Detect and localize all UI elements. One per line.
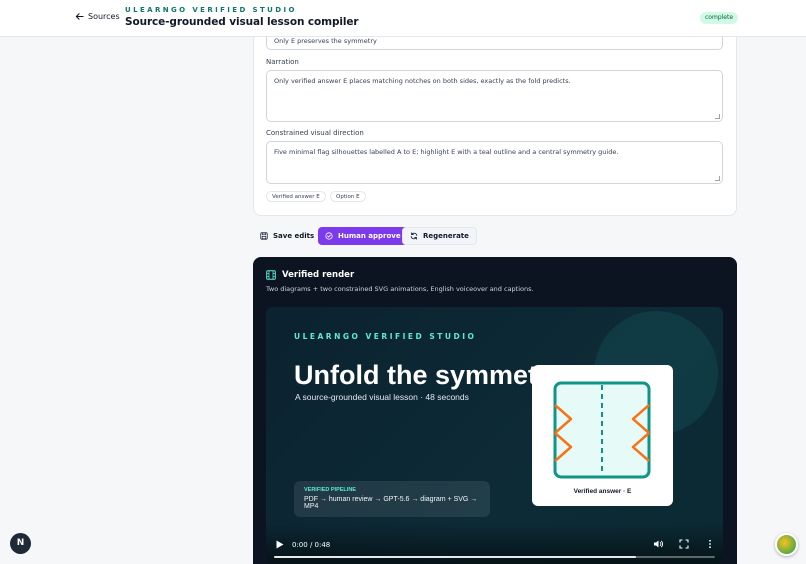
narration-label: Narration — [266, 58, 299, 66]
arrow-left-icon — [75, 13, 84, 20]
chip-verified-answer: Verified answer E — [266, 191, 326, 202]
regenerate-label: Regenerate — [423, 232, 469, 240]
video-progress-fill — [274, 556, 636, 558]
save-icon — [260, 232, 268, 240]
render-title: Verified render — [266, 270, 354, 280]
video-subtitle: A source-grounded visual lesson · 48 sec… — [295, 392, 469, 402]
back-label: Sources — [88, 12, 120, 21]
page-title: Source-grounded visual lesson compiler — [125, 16, 359, 28]
status-badge: complete — [700, 12, 739, 24]
render-title-text: Verified render — [282, 270, 355, 280]
visual-direction-value: Five minimal flag silhouettes labelled A… — [274, 148, 619, 156]
fullscreen-icon[interactable] — [679, 539, 689, 549]
regenerate-button[interactable]: Regenerate — [402, 227, 477, 245]
visual-direction-textarea[interactable]: Five minimal flag silhouettes labelled A… — [266, 141, 723, 184]
video-title: Unfold the symmetry — [294, 360, 563, 390]
render-subtitle: Two diagrams + two constrained SVG anima… — [266, 285, 534, 293]
lesson-video-player[interactable]: ULEARNGO VERIFIED STUDIO Unfold the symm… — [266, 307, 723, 564]
resize-handle[interactable] — [715, 114, 720, 119]
answer-field-value: Only E preserves the symmetry — [274, 37, 377, 45]
volume-icon[interactable] — [653, 539, 663, 549]
video-kicker: ULEARNGO VERIFIED STUDIO — [294, 332, 477, 341]
panel-caption: Verified answer · E — [573, 488, 632, 495]
play-icon[interactable] — [276, 540, 284, 549]
video-time: 0:00 / 0:48 — [292, 541, 331, 549]
more-options-icon[interactable] — [705, 539, 715, 549]
symmetric-flag-diagram — [553, 381, 651, 479]
pipeline-label: VERIFIED PIPELINE — [304, 487, 356, 493]
answer-diagram-panel: Verified answer · E — [532, 365, 673, 506]
save-edits-label: Save edits — [273, 232, 315, 240]
visual-direction-label: Constrained visual direction — [266, 129, 364, 137]
film-icon — [266, 270, 276, 280]
resize-handle[interactable] — [715, 176, 720, 181]
avatar-button[interactable] — [775, 533, 798, 556]
narration-textarea[interactable]: Only verified answer E places matching n… — [266, 70, 723, 122]
brand-kicker: ULEARNGO VERIFIED STUDIO — [125, 6, 297, 14]
video-controls: 0:00 / 0:48 — [266, 522, 723, 564]
assistant-launcher-button[interactable]: N — [10, 533, 31, 554]
save-edits-button[interactable]: Save edits — [253, 227, 321, 245]
video-progress-bar[interactable] — [274, 556, 715, 558]
human-approve-label: Human approve — [338, 232, 401, 240]
narration-value: Only verified answer E places matching n… — [274, 77, 571, 85]
human-approve-button[interactable]: Human approve — [318, 227, 408, 245]
check-circle-icon — [325, 232, 333, 240]
chip-option: Option E — [330, 191, 366, 202]
app-header: Sources ULEARNGO VERIFIED STUDIO Source-… — [0, 0, 806, 37]
pipeline-box: VERIFIED PIPELINE PDF → human review → G… — [294, 481, 490, 517]
pipeline-text: PDF → human review → GPT-5.6 → diagram +… — [304, 496, 478, 510]
back-to-sources-link[interactable]: Sources — [75, 12, 120, 21]
refresh-icon — [410, 232, 418, 240]
